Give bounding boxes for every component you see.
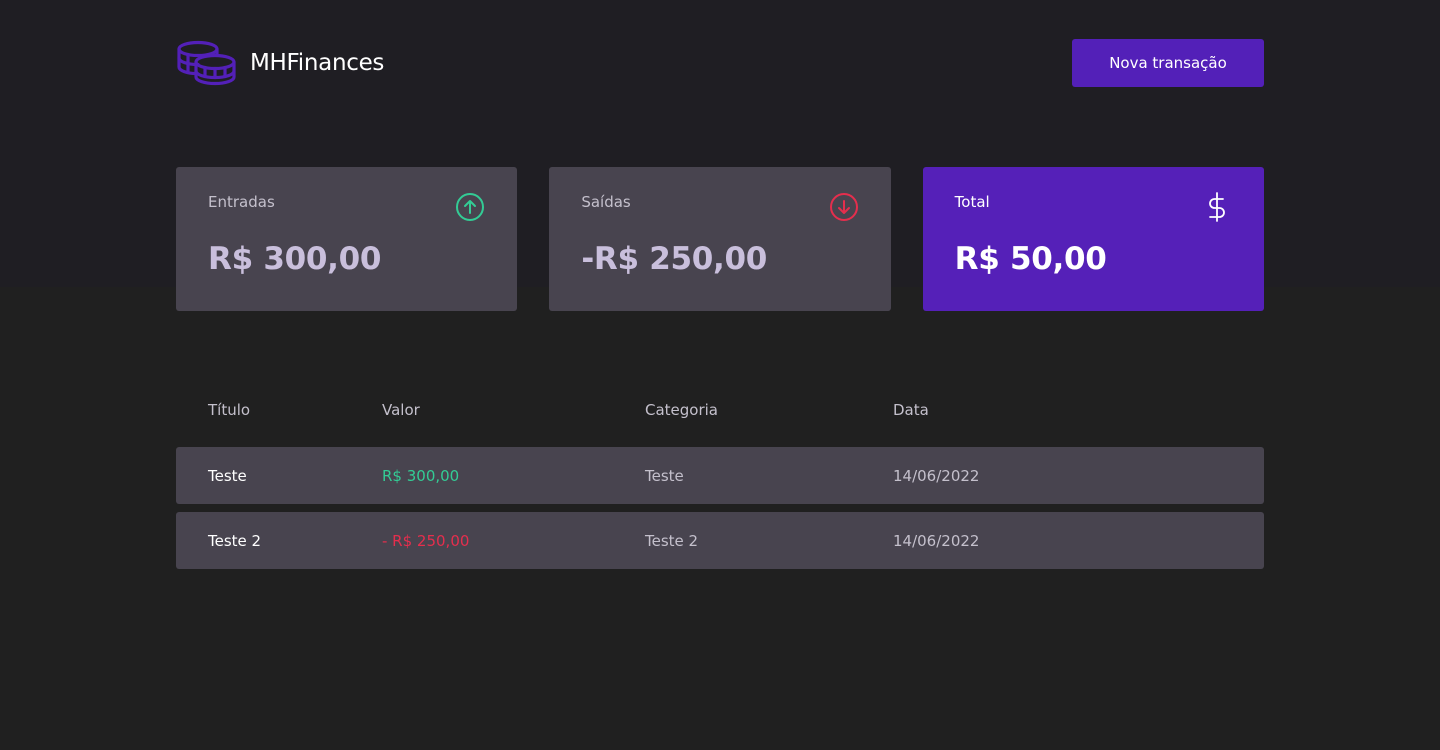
outcome-card: Saídas -R$ 250,00 (549, 167, 891, 311)
total-card-title: Total (954, 193, 990, 211)
total-card: Total R$ 50,00 (922, 167, 1264, 311)
logo: MHFinances (176, 40, 384, 86)
row-category: Teste 2 (645, 531, 699, 550)
row-value: - R$ 250,00 (382, 531, 470, 550)
header-category: Categoria (645, 401, 719, 419)
summary-cards: Entradas R$ 300,00 Saídas -R$ 250,00 Tot… (176, 167, 1264, 311)
arrow-down-circle-icon (829, 193, 858, 221)
row-title: Teste 2 (208, 531, 262, 550)
row-value: R$ 300,00 (382, 466, 460, 485)
outcome-card-value: -R$ 250,00 (581, 241, 768, 277)
coins-icon (177, 40, 236, 86)
row-title: Teste (208, 466, 247, 485)
header-title: Título (208, 401, 251, 419)
app-name: MHFinances (250, 50, 385, 76)
row-category: Teste (645, 466, 684, 485)
table-header: Título Valor Categoria Data (176, 390, 1264, 430)
app-header: MHFinances Nova transação (176, 39, 1264, 87)
income-card-title: Entradas (208, 193, 275, 211)
income-card-value: R$ 300,00 (208, 241, 382, 277)
total-card-value: R$ 50,00 (954, 241, 1107, 277)
table-row: Teste R$ 300,00 Teste 14/06/2022 (176, 447, 1264, 504)
new-transaction-button[interactable]: Nova transação (1072, 39, 1264, 87)
header-value: Valor (382, 401, 420, 419)
arrow-up-circle-icon (456, 193, 485, 221)
table-body: Teste R$ 300,00 Teste 14/06/2022 Teste 2… (176, 447, 1264, 569)
header-date: Data (893, 401, 929, 419)
dollar-sign-icon (1209, 192, 1225, 222)
income-card: Entradas R$ 300,00 (176, 167, 518, 311)
row-date: 14/06/2022 (893, 531, 980, 550)
table-row: Teste 2 - R$ 250,00 Teste 2 14/06/2022 (176, 512, 1264, 569)
outcome-card-title: Saídas (581, 193, 631, 211)
transactions-table: Título Valor Categoria Data Teste R$ 300… (176, 390, 1264, 577)
row-date: 14/06/2022 (893, 466, 980, 485)
